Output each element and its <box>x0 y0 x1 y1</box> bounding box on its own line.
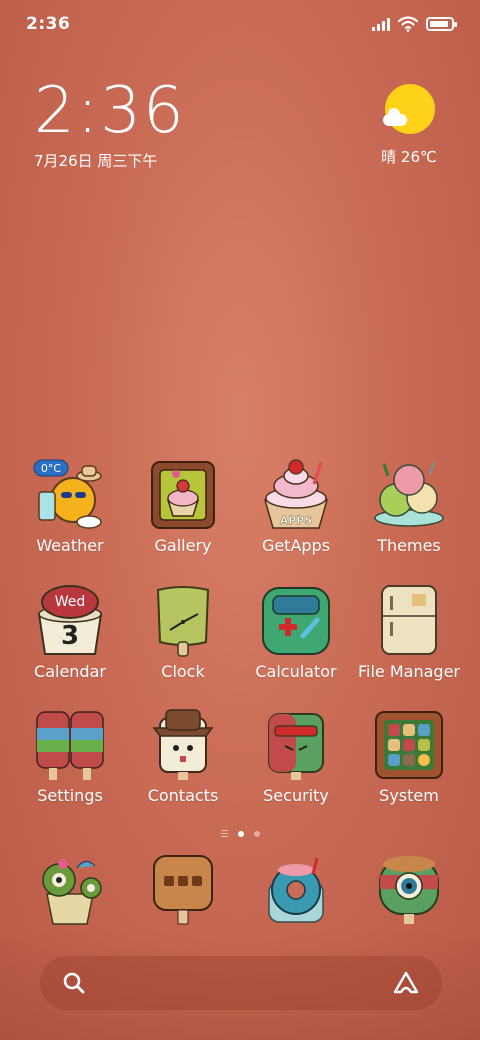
app-label: GetApps <box>261 536 331 555</box>
app-security[interactable]: Security <box>239 708 353 805</box>
widget-date: 7月26日 周三下午 <box>34 152 158 170</box>
themes-icon <box>372 458 446 532</box>
app-label: Clock <box>161 662 205 681</box>
messages-icon <box>146 852 220 926</box>
weather-badge: 0°C <box>41 462 61 475</box>
gallery-icon <box>146 458 220 532</box>
calendar-day-name: Wed <box>55 594 86 610</box>
security-icon <box>259 708 333 782</box>
app-contacts[interactable]: Contacts <box>126 708 240 805</box>
app-label: Calculator <box>255 662 337 681</box>
clock-widget[interactable]: 2:36 7月26日 周三下午 <box>34 78 186 171</box>
weather-widget[interactable]: 晴 26℃ <box>374 84 444 167</box>
app-label: File Manager <box>358 662 460 681</box>
sun-cloud-icon <box>383 84 435 136</box>
app-system[interactable]: System <box>352 708 466 805</box>
dock-app-camera[interactable] <box>352 852 466 926</box>
app-settings[interactable]: Settings <box>13 708 127 805</box>
app-label: Contacts <box>147 786 219 805</box>
battery-fill <box>430 21 448 27</box>
getapps-icon: APPS <box>259 458 333 532</box>
browser-icon <box>259 852 333 926</box>
status-time: 2:36 <box>26 14 71 34</box>
app-gallery[interactable]: Gallery <box>126 458 240 555</box>
app-label: Security <box>263 786 329 805</box>
getapps-badge: APPS <box>280 514 313 527</box>
app-themes[interactable]: Themes <box>352 458 466 555</box>
app-label: Calendar <box>34 662 106 681</box>
weather-text: 晴 26℃ <box>381 148 437 166</box>
app-file-manager[interactable]: File Manager <box>352 584 466 681</box>
widget-time: 2:36 <box>34 74 186 148</box>
page-dot-1[interactable] <box>237 830 244 837</box>
app-label: System <box>379 786 439 805</box>
app-label: Weather <box>36 536 104 555</box>
wifi-icon <box>398 16 418 32</box>
signal-icon <box>372 17 390 31</box>
app-label: Settings <box>37 786 103 805</box>
dock-app-1-icon <box>33 852 107 926</box>
calendar-day-number: 3 <box>61 621 79 651</box>
contacts-icon <box>146 708 220 782</box>
app-label: Themes <box>377 536 441 555</box>
app-weather[interactable]: 0°C Weather <box>13 458 127 555</box>
search-icon[interactable] <box>62 971 86 995</box>
clock-icon <box>146 584 220 658</box>
app-clock[interactable]: Clock <box>126 584 240 681</box>
calendar-icon: Wed 3 <box>33 584 107 658</box>
app-label: Gallery <box>154 536 212 555</box>
app-getapps[interactable]: APPS GetApps <box>239 458 353 555</box>
camera-icon <box>372 852 446 926</box>
system-icon <box>372 708 446 782</box>
weather-icon: 0°C <box>33 458 107 532</box>
dock-app-browser[interactable] <box>239 852 353 926</box>
calculator-icon <box>259 584 333 658</box>
dock-app-1[interactable] <box>13 852 127 926</box>
status-bar: 2:36 <box>0 0 480 48</box>
page-indicator <box>0 830 480 837</box>
menu-lines-icon[interactable] <box>220 830 228 837</box>
file-manager-icon <box>372 584 446 658</box>
settings-icon <box>33 708 107 782</box>
search-bar[interactable] <box>40 956 442 1010</box>
app-calculator[interactable]: Calculator <box>239 584 353 681</box>
page-dot-2[interactable] <box>253 830 260 837</box>
battery-icon <box>426 17 457 31</box>
status-icons <box>372 16 457 32</box>
app-calendar[interactable]: Wed 3 Calendar <box>13 584 127 681</box>
dock-app-messages[interactable] <box>126 852 240 926</box>
assistant-icon[interactable] <box>392 970 420 996</box>
